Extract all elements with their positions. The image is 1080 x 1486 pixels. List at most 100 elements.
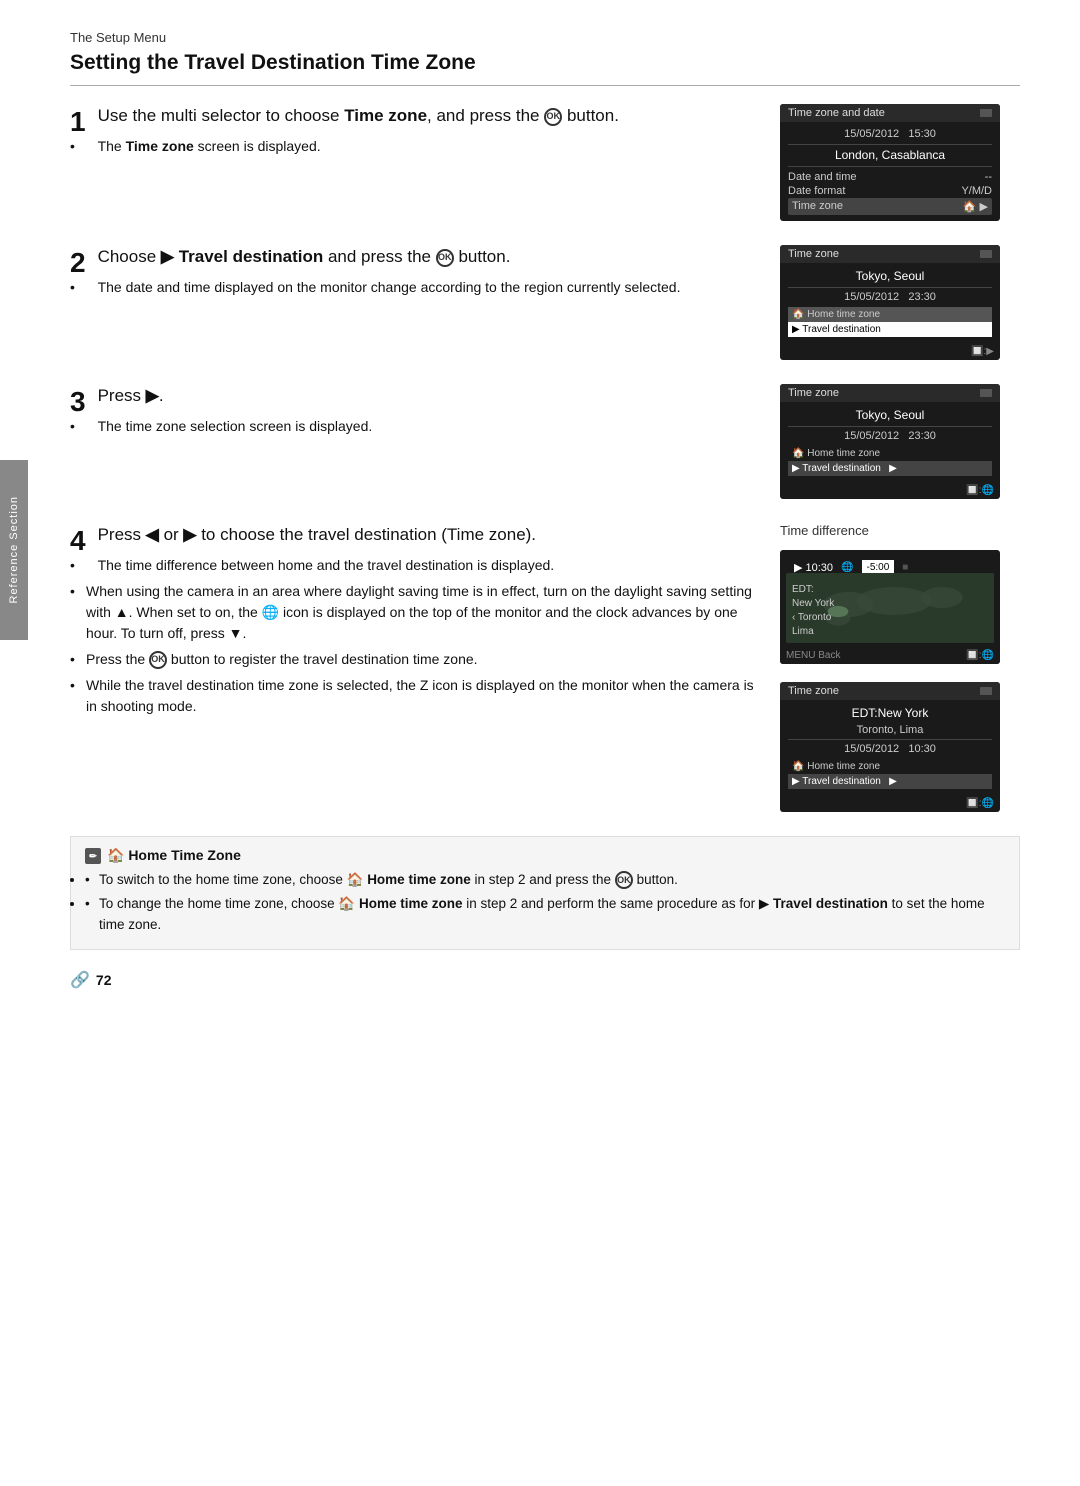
step-2-title: Choose ▶ Travel destination and press th… — [70, 245, 760, 269]
step-2-body: 2 Choose ▶ Travel destination and press … — [70, 245, 760, 303]
step-1-title: Use the multi selector to choose Time zo… — [70, 104, 760, 128]
cam-body-3: Tokyo, Seoul 15/05/2012 23:30 🏠 Home tim… — [780, 402, 1000, 482]
cam-city-1: London, Casablanca — [788, 148, 992, 162]
cam-title-1-label: Time zone and date — [788, 107, 885, 119]
cam-city-4b-2: Toronto, Lima — [788, 724, 992, 736]
camera-screen-4a: ▶ 10:30 🌐 -5:00 ■ — [780, 550, 1000, 664]
cam-title-2-label: Time zone — [788, 248, 839, 260]
cam-title-icon-2 — [980, 250, 992, 258]
cam-title-icon-1 — [980, 109, 992, 117]
cam-city-2: Tokyo, Seoul — [788, 269, 992, 283]
note-bullet-1: To switch to the home time zone, choose … — [85, 870, 1005, 890]
cam-titlebar-2: Time zone — [780, 245, 1000, 263]
cam-title-icon-4b — [980, 687, 992, 695]
cam-home-row-2: 🏠 Home time zone — [788, 307, 992, 322]
step-2-number: 2 — [70, 245, 86, 277]
camera-screen-1: Time zone and date 15/05/2012 15:30 Lond… — [780, 104, 1000, 221]
cam-title-4b-label: Time zone — [788, 685, 839, 697]
ok-button-symbol-1: OK — [544, 108, 562, 126]
step-2-left: 2 Choose ▶ Travel destination and press … — [70, 245, 760, 360]
cam-city-4b-1: EDT:New York — [788, 706, 992, 720]
step-3-bullets: The time zone selection screen is displa… — [70, 416, 760, 437]
cam-title-3-label: Time zone — [788, 387, 839, 399]
step-1-left: 1 Use the multi selector to choose Time … — [70, 104, 760, 221]
ok-button-symbol-2: OK — [436, 249, 454, 267]
ok-symbol-step4: OK — [149, 651, 167, 669]
note-icon: ✏ — [85, 848, 101, 864]
step-1-body: 1 Use the multi selector to choose Time … — [70, 104, 760, 162]
note-title: ✏ 🏠 Home Time Zone — [85, 847, 1005, 864]
step-4-right: Time difference ▶ 10:30 🌐 -5:00 ■ — [780, 523, 1020, 812]
side-tab-label: Reference Section — [8, 496, 20, 604]
step-3-left: 3 Press ▶. The time zone selection scree… — [70, 384, 760, 499]
cam-titlebar-1: Time zone and date — [780, 104, 1000, 122]
note-title-text: 🏠 Home Time Zone — [107, 847, 241, 864]
camera-screen-2: Time zone Tokyo, Seoul 15/05/2012 23:30 … — [780, 245, 1000, 360]
cam-datetime-1: 15/05/2012 15:30 — [788, 128, 992, 140]
cam-menu-footer-4a: MENU Back 🔲:🌐 — [780, 647, 1000, 664]
section-header: The Setup Menu — [70, 30, 1020, 45]
step-4-bullet-1: The time difference between home and the… — [70, 555, 760, 576]
cam-footer-3: 🔲:🌐 — [780, 482, 1000, 499]
note-bullet-2: To change the home time zone, choose 🏠 H… — [85, 894, 1005, 935]
cam-divider-1b — [788, 166, 992, 167]
cam-datetime-4b: 15/05/2012 10:30 — [788, 743, 992, 755]
cam-footer-4b: 🔲:🌐 — [780, 795, 1000, 812]
cam-row-date-time: Date and time-- — [788, 170, 992, 184]
cam-divider-3 — [788, 426, 992, 427]
note-body: To switch to the home time zone, choose … — [85, 870, 1005, 935]
step-2-bullet-1: The date and time displayed on the monit… — [70, 277, 760, 298]
cam-map-bg: EDT:New York‹ TorontoLima — [786, 573, 994, 643]
cam-datetime-3: 15/05/2012 23:30 — [788, 430, 992, 442]
step-1: 1 Use the multi selector to choose Time … — [70, 104, 1020, 221]
step-4-bullet-2: When using the camera in an area where d… — [70, 581, 760, 644]
step-2-right: Time zone Tokyo, Seoul 15/05/2012 23:30 … — [780, 245, 1020, 360]
cam-row-date-format: Date formatY/M/D — [788, 184, 992, 198]
cam-home-row-4b: 🏠 Home time zone — [788, 759, 992, 774]
cam-titlebar-4b: Time zone — [780, 682, 1000, 700]
step-3-number: 3 — [70, 384, 86, 416]
cam-divider-1a — [788, 144, 992, 145]
step-1-bullet-1: The Time zone screen is displayed. — [70, 136, 760, 157]
cam-body-2: Tokyo, Seoul 15/05/2012 23:30 🏠 Home tim… — [780, 263, 1000, 343]
step-4-bullet-3: Press the OK button to register the trav… — [70, 649, 760, 670]
note-box: ✏ 🏠 Home Time Zone To switch to the home… — [70, 836, 1020, 950]
cam-body-4b: EDT:New York Toronto, Lima 15/05/2012 10… — [780, 700, 1000, 795]
step-3-title: Press ▶. — [70, 384, 760, 408]
cam-divider-4b — [788, 739, 992, 740]
cam-travel-row-2: ▶ Travel destination — [788, 322, 992, 337]
step-4-body: 4 Press ◀ or ▶ to choose the travel dest… — [70, 523, 760, 722]
step-3-right: Time zone Tokyo, Seoul 15/05/2012 23:30 … — [780, 384, 1020, 499]
cam-body-4a: ▶ 10:30 🌐 -5:00 ■ — [780, 550, 1000, 647]
step-4: 4 Press ◀ or ▶ to choose the travel dest… — [70, 523, 1020, 812]
camera-screen-4b: Time zone EDT:New York Toronto, Lima 15/… — [780, 682, 1000, 812]
cam-title-icon-3 — [980, 389, 992, 397]
ok-symbol-note1: OK — [615, 871, 633, 889]
cam-travel-row-4b: ▶ Travel destination ▶ — [788, 774, 992, 789]
time-diff-label: Time difference — [780, 523, 1020, 538]
page-footer: 🔗 72 — [70, 970, 1020, 990]
page-wrapper: Reference Section The Setup Menu Setting… — [0, 0, 1080, 1030]
cam-footer-2: 🔲:▶ — [780, 343, 1000, 360]
step-1-right: Time zone and date 15/05/2012 15:30 Lond… — [780, 104, 1020, 221]
step-3-body: 3 Press ▶. The time zone selection scree… — [70, 384, 760, 442]
step-4-bullet-4: While the travel destination time zone i… — [70, 675, 760, 717]
cam-cities: EDT:New York‹ TorontoLima — [792, 583, 834, 639]
cam-divider-2 — [788, 287, 992, 288]
reference-section-tab: Reference Section — [0, 460, 28, 640]
step-4-title: Press ◀ or ▶ to choose the travel destin… — [70, 523, 760, 547]
cam-body-1: 15/05/2012 15:30 London, Casablanca Date… — [780, 122, 1000, 221]
page-title: Setting the Travel Destination Time Zone — [70, 51, 1020, 86]
step-4-bullets: The time difference between home and the… — [70, 555, 760, 717]
cam-datetime-2: 15/05/2012 23:30 — [788, 291, 992, 303]
step-2: 2 Choose ▶ Travel destination and press … — [70, 245, 1020, 360]
step-1-number: 1 — [70, 104, 86, 136]
footer-page-number: 72 — [96, 972, 112, 988]
cam-home-row-3: 🏠 Home time zone — [788, 446, 992, 461]
cam-row-timezone-1: Time zone🏠 ▶ — [788, 198, 992, 215]
camera-screen-3: Time zone Tokyo, Seoul 15/05/2012 23:30 … — [780, 384, 1000, 499]
step-2-bullets: The date and time displayed on the monit… — [70, 277, 760, 298]
cam-titlebar-3: Time zone — [780, 384, 1000, 402]
footer-arrow-icon: 🔗 — [70, 970, 90, 990]
step-4-left: 4 Press ◀ or ▶ to choose the travel dest… — [70, 523, 760, 812]
